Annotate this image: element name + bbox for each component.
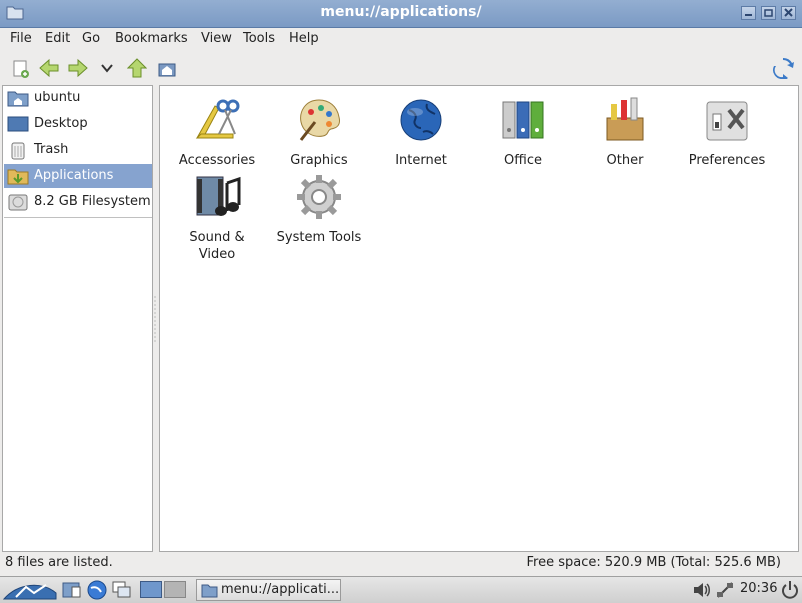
title-bar[interactable]: menu://applications/ [0, 0, 802, 28]
clock[interactable]: 20:36 [740, 581, 777, 596]
menu-bookmarks[interactable]: Bookmarks [115, 31, 188, 46]
home-folder-icon [7, 91, 29, 107]
start-menu-icon[interactable] [2, 579, 58, 601]
file-label: Other [606, 153, 644, 168]
file-item-accessories[interactable]: Accessories [167, 96, 267, 169]
window-title: menu://applications/ [320, 4, 482, 20]
file-item-preferences[interactable]: Preferences [677, 96, 777, 169]
menu-view[interactable]: View [201, 31, 232, 46]
history-dropdown-icon [101, 64, 113, 73]
file-label: Internet [395, 153, 447, 168]
preferences-tools-icon [706, 101, 748, 141]
history-dropdown-button[interactable] [96, 57, 118, 79]
network-icon[interactable] [715, 581, 735, 599]
graphics-palette-icon [299, 99, 340, 141]
pane-resize-handle[interactable] [154, 296, 157, 342]
file-item-sound-video[interactable]: Sound & Video [167, 173, 267, 263]
back-button[interactable] [38, 57, 60, 79]
sidebar-item-filesystem[interactable]: 8.2 GB Filesystem [4, 190, 152, 214]
close-icon [784, 8, 793, 17]
menu-help[interactable]: Help [289, 31, 319, 46]
minimize-icon [745, 14, 752, 16]
trash-icon [11, 142, 25, 160]
go-button[interactable] [772, 57, 794, 79]
power-icon[interactable] [780, 580, 800, 600]
sidebar-item-desktop[interactable]: Desktop [4, 112, 152, 136]
taskbar: menu://applicati... 20:36 [0, 576, 802, 603]
menu-bar: File Edit Go Bookmarks View Tools Help [0, 28, 802, 51]
side-pane: ubuntu Desktop Trash Applications 8.2 GB… [2, 85, 153, 552]
file-label: System Tools [276, 230, 362, 245]
status-free-space: Free space: 520.9 MB (Total: 525.6 MB) [526, 555, 781, 570]
go-refresh-icon [773, 57, 794, 79]
status-bar: 8 files are listed. Free space: 520.9 MB… [0, 553, 802, 575]
forward-arrow-icon [68, 58, 88, 78]
home-button[interactable] [156, 57, 178, 79]
toolbar [0, 52, 802, 131]
desktop-icon [7, 116, 29, 132]
applications-folder-icon [7, 169, 29, 185]
file-item-other[interactable]: Other [575, 96, 675, 169]
browser-launcher-icon[interactable] [87, 580, 107, 600]
sound-video-icon [196, 176, 241, 216]
file-item-graphics[interactable]: Graphics [269, 96, 369, 169]
workspace-1[interactable] [140, 581, 162, 598]
other-box-icon [606, 97, 644, 141]
drive-icon [8, 194, 28, 211]
sidebar-item-applications[interactable]: Applications [4, 164, 152, 188]
home-icon [158, 63, 176, 77]
menu-go[interactable]: Go [82, 31, 100, 46]
accessories-icon [195, 99, 240, 139]
close-button[interactable] [781, 6, 796, 20]
file-item-internet[interactable]: Internet [371, 96, 471, 169]
file-label: Sound & Video [189, 230, 245, 262]
back-arrow-icon [39, 58, 59, 78]
menu-file[interactable]: File [10, 31, 32, 46]
file-label: Preferences [688, 153, 766, 168]
file-label: Graphics [290, 153, 348, 168]
file-label: Accessories [178, 153, 256, 168]
taskbar-window-button[interactable]: menu://applicati... [196, 579, 341, 601]
file-manager-launcher-icon[interactable] [62, 581, 82, 599]
file-item-system-tools[interactable]: System Tools [269, 173, 369, 246]
new-tab-icon [13, 60, 29, 78]
menu-tools[interactable]: Tools [243, 31, 275, 46]
file-item-office[interactable]: Office [473, 96, 573, 169]
up-arrow-icon [127, 58, 147, 78]
new-tab-button[interactable] [9, 57, 31, 79]
minimize-button[interactable] [741, 6, 756, 20]
show-desktop-icon[interactable] [112, 581, 132, 599]
workspace-2[interactable] [164, 581, 186, 598]
maximize-button[interactable] [761, 6, 776, 20]
forward-button[interactable] [67, 57, 89, 79]
file-view: Accessories Graphics Internet Office Oth… [159, 85, 799, 552]
office-binders-icon [502, 101, 544, 139]
menu-edit[interactable]: Edit [45, 31, 70, 46]
system-gear-icon [297, 175, 341, 219]
sidebar-item-trash[interactable]: Trash [4, 138, 152, 162]
volume-icon[interactable] [692, 581, 712, 599]
folder-icon [201, 584, 218, 598]
sidebar-divider [4, 217, 152, 218]
sidebar-item-ubuntu[interactable]: ubuntu [4, 86, 152, 110]
globe-icon [400, 99, 442, 141]
file-label: Office [504, 153, 542, 168]
up-button[interactable] [126, 57, 148, 79]
status-file-count: 8 files are listed. [5, 555, 113, 570]
maximize-icon [764, 9, 773, 17]
